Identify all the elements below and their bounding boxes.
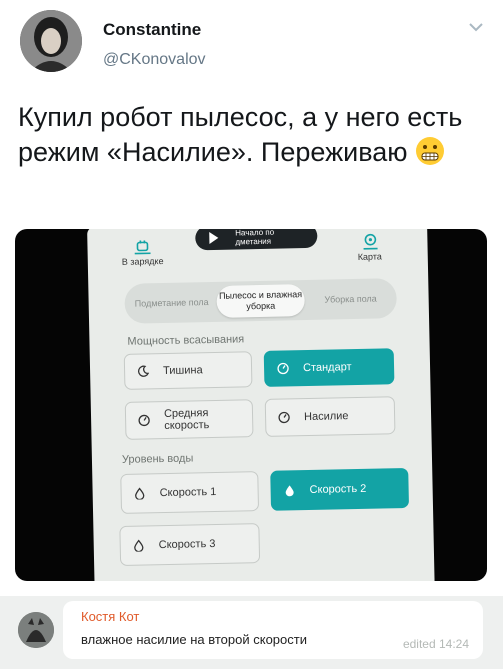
play-icon bbox=[209, 231, 219, 245]
suction-violence-button: Насилие bbox=[264, 396, 396, 437]
phone-screen: Начало по дметания В зарядке Карта Подме… bbox=[87, 229, 435, 581]
tweet-text: Купил робот пылесос, а у него есть режим… bbox=[18, 100, 488, 170]
water-speed-3-button: Скорость 3 bbox=[119, 523, 261, 566]
mode-floor-clean: Уборка пола bbox=[324, 293, 377, 305]
mode-sweep: Подметание пола bbox=[134, 296, 209, 309]
chevron-down-icon[interactable] bbox=[468, 20, 484, 34]
cleaning-mode-selector: Подметание пола Пылесос и влажная уборка… bbox=[124, 278, 398, 324]
water-speed-1-label: Скорость 1 bbox=[159, 485, 217, 500]
author-handle[interactable]: @CKonovalov bbox=[103, 51, 206, 69]
grimacing-face-icon bbox=[416, 137, 445, 165]
suction-violence-label: Насилие bbox=[303, 410, 349, 424]
author-avatar[interactable] bbox=[20, 10, 82, 72]
suction-quiet-label: Тишина bbox=[162, 364, 203, 378]
start-cleaning-label: Начало по дметания bbox=[235, 229, 275, 247]
commenter-avatar[interactable] bbox=[18, 612, 54, 648]
start-cleaning-button: Начало по дметания bbox=[195, 229, 318, 251]
comment-edited-time: edited 14:24 bbox=[402, 637, 469, 651]
drop-icon bbox=[134, 539, 144, 552]
gauge-icon bbox=[278, 411, 290, 424]
suction-quiet-button: Тишина bbox=[123, 351, 253, 390]
mode-vacuum-mop: Пылесос и влажная уборка bbox=[216, 284, 305, 318]
commenter-name[interactable]: Костя Кот bbox=[81, 609, 139, 624]
water-speed-2-button: Скорость 2 bbox=[270, 467, 410, 511]
suction-medium-button: Средняя скорость bbox=[124, 399, 254, 440]
water-level-title: Уровень воды bbox=[121, 452, 194, 466]
suction-power-title: Мощность всасывания bbox=[127, 333, 245, 348]
suction-standard-label: Стандарт bbox=[302, 361, 352, 375]
gauge-icon bbox=[277, 362, 289, 375]
gauge-icon bbox=[138, 414, 150, 427]
tweet-card: Constantine @CKonovalov Купил робот пыле… bbox=[0, 0, 503, 600]
author-name[interactable]: Constantine bbox=[103, 20, 201, 40]
tweet-body: Купил робот пылесос, а у него есть режим… bbox=[18, 102, 463, 167]
moon-icon bbox=[137, 365, 150, 377]
water-speed-3-label: Скорость 3 bbox=[158, 537, 216, 552]
map-pin-icon bbox=[363, 233, 378, 250]
drop-icon bbox=[285, 485, 294, 497]
map-label: Карта bbox=[357, 251, 382, 262]
drop-icon bbox=[135, 487, 145, 500]
tweet-photo[interactable]: Начало по дметания В зарядке Карта Подме… bbox=[15, 229, 487, 581]
water-speed-1-button: Скорость 1 bbox=[120, 471, 260, 514]
dock-status-label: В зарядке bbox=[121, 256, 164, 267]
water-speed-2-label: Скорость 2 bbox=[309, 482, 367, 496]
suction-standard-button: Стандарт bbox=[263, 348, 395, 387]
suction-medium-label: Средняя скорость bbox=[163, 407, 210, 433]
charging-dock-icon bbox=[134, 240, 151, 255]
comment-text: влажное насилие на второй скорости bbox=[81, 632, 307, 647]
comment-bubble[interactable]: Костя Кот влажное насилие на второй скор… bbox=[63, 601, 483, 659]
comment-row: Костя Кот влажное насилие на второй скор… bbox=[0, 596, 503, 669]
